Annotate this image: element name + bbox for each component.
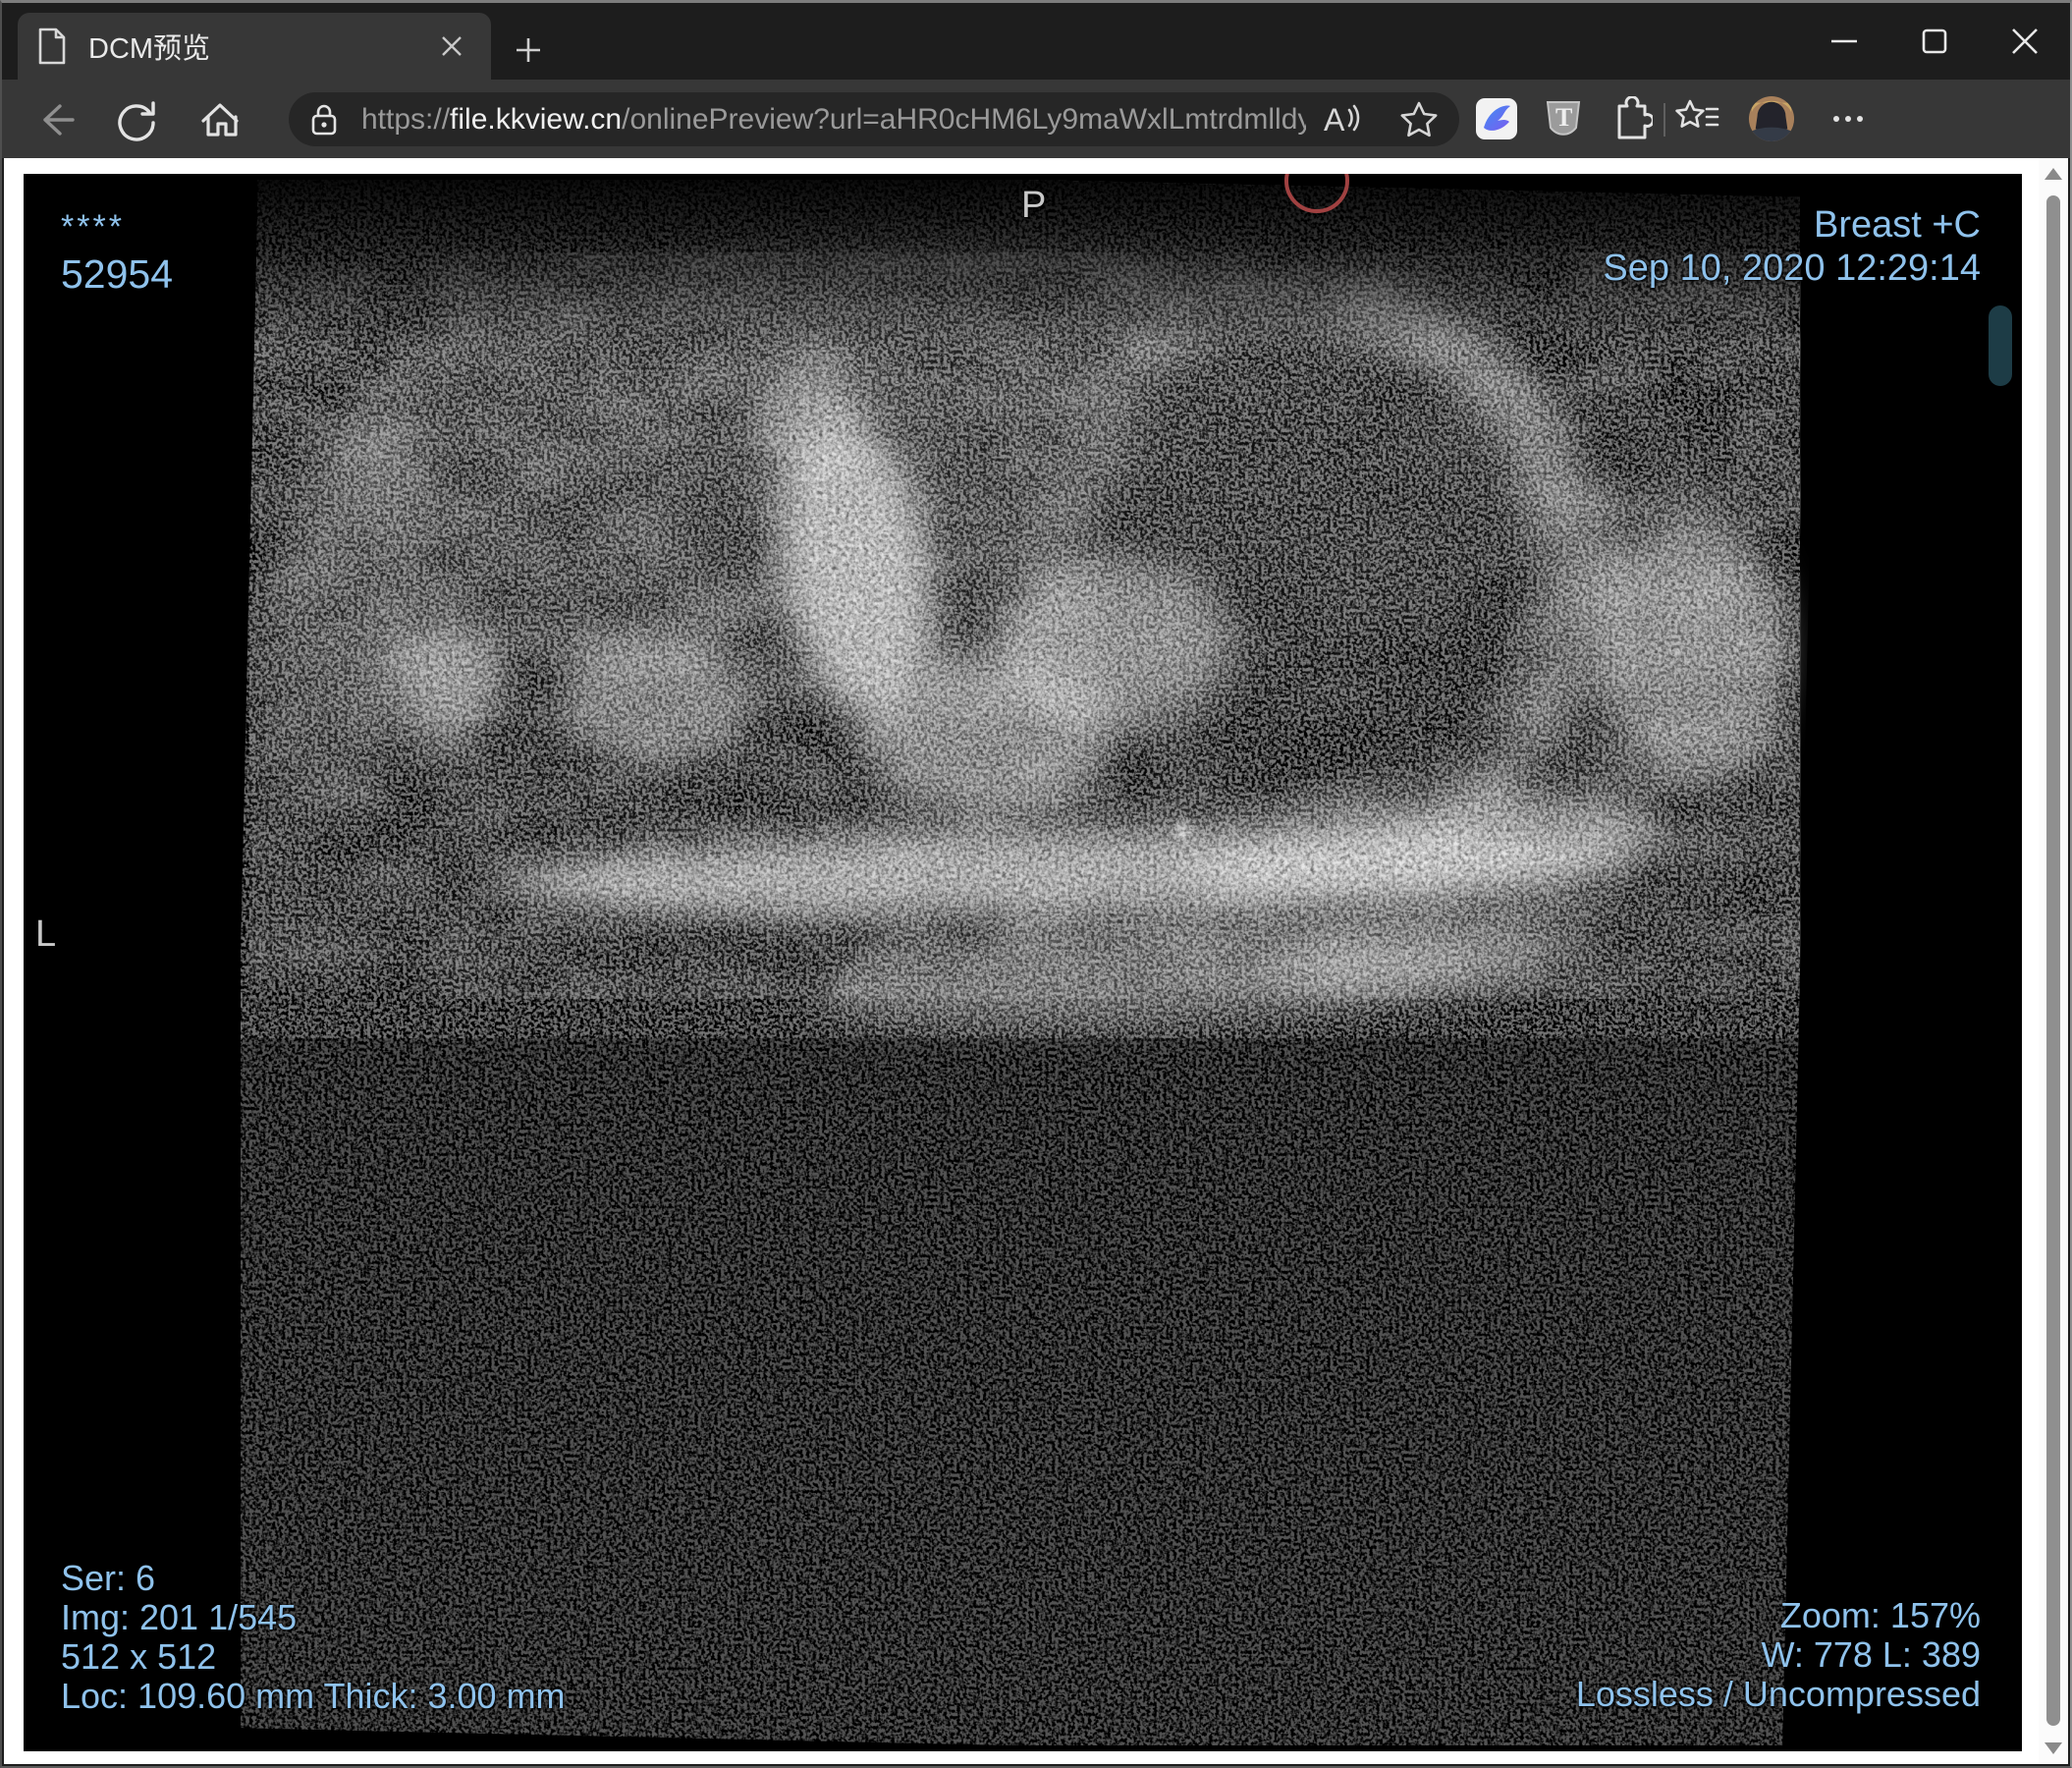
minimize-icon[interactable]: [1799, 3, 1889, 80]
overlay-series-info: Ser: 6 Img: 201 1/545 512 x 512 Loc: 109…: [61, 1559, 566, 1716]
tab-title: DCM预览: [88, 33, 211, 65]
avatar[interactable]: [1748, 95, 1795, 142]
url-text: https://file.kkview.cn/onlinePreview?url…: [361, 103, 1306, 137]
page-background: **** 52954 Breast +C Sep 10, 2020 12:29:…: [4, 158, 2068, 1764]
patient-name-masked: ****: [61, 208, 125, 246]
study-datetime: Sep 10, 2020 12:29:14: [1603, 248, 1981, 289]
maximize-icon[interactable]: [1889, 3, 1980, 80]
browser-scrollbar[interactable]: [2039, 158, 2068, 1764]
lock-icon[interactable]: [310, 103, 338, 137]
orientation-marker-left: L: [35, 913, 57, 955]
read-aloud-icon[interactable]: A: [1320, 100, 1365, 139]
orientation-marker-posterior: P: [1021, 185, 1047, 226]
overlay-display-info: Zoom: 157% W: 778 L: 389 Lossless / Unco…: [1576, 1596, 1981, 1714]
refresh-icon[interactable]: [110, 94, 161, 145]
slice-location-thickness: Loc: 109.60 mm Thick: 3.00 mm: [61, 1676, 566, 1716]
matrix-size: 512 x 512: [61, 1636, 217, 1677]
tab-close-icon[interactable]: [432, 27, 471, 66]
scrollbar-thumb[interactable]: [2046, 195, 2060, 1726]
scroll-up-icon[interactable]: [2045, 168, 2062, 180]
extensions-puzzle-icon[interactable]: [1607, 95, 1654, 142]
favorites-list-icon[interactable]: [1673, 95, 1720, 142]
document-icon: [38, 28, 66, 65]
dicom-viewer-canvas[interactable]: **** 52954 Breast +C Sep 10, 2020 12:29:…: [24, 174, 2022, 1751]
window-level: W: 778 L: 389: [1761, 1634, 1982, 1675]
viewer-scroll-indicator[interactable]: [1989, 305, 2012, 386]
window-controls: [1799, 3, 2070, 80]
mri-image: [24, 174, 2022, 1751]
overlay-patient-info: **** 52954: [61, 207, 174, 297]
patient-id: 52954: [61, 251, 174, 297]
overlay-study-info: Breast +C Sep 10, 2020 12:29:14: [1603, 203, 1981, 290]
url-scheme: https://: [361, 102, 451, 136]
extension-bird-icon[interactable]: [1473, 95, 1520, 142]
scroll-down-icon[interactable]: [2045, 1742, 2062, 1754]
browser-window: DCM预览 https://file.kkview.cn/onlinePrevi…: [0, 0, 2072, 1768]
study-description: Breast +C: [1813, 204, 1981, 246]
url-path: /onlinePreview?url=aHR0cHM6Ly9maWxlLmtrd…: [622, 102, 1306, 136]
series-number: Ser: 6: [61, 1558, 156, 1598]
svg-text:A: A: [1324, 102, 1345, 138]
close-icon[interactable]: [1980, 3, 2070, 80]
more-menu-icon[interactable]: [1825, 95, 1872, 142]
svg-text:T: T: [1555, 103, 1572, 132]
new-tab-icon[interactable]: [507, 28, 550, 72]
toolbar: https://file.kkview.cn/onlinePreview?url…: [2, 80, 2070, 158]
tab-dcm-preview[interactable]: DCM预览: [18, 13, 491, 80]
titlebar: DCM预览: [2, 3, 2070, 80]
url-domain: file.kkview.cn: [450, 102, 623, 136]
image-number: Img: 201 1/545: [61, 1597, 298, 1637]
toolbar-divider: [1663, 103, 1665, 137]
compression-info: Lossless / Uncompressed: [1575, 1674, 1981, 1714]
address-bar[interactable]: https://file.kkview.cn/onlinePreview?url…: [289, 92, 1459, 146]
back-icon[interactable]: [29, 94, 81, 145]
home-icon[interactable]: [194, 94, 245, 145]
extension-shield-icon[interactable]: T: [1540, 95, 1587, 142]
zoom-level: Zoom: 157%: [1779, 1595, 1981, 1635]
favorite-star-icon[interactable]: [1398, 99, 1440, 140]
